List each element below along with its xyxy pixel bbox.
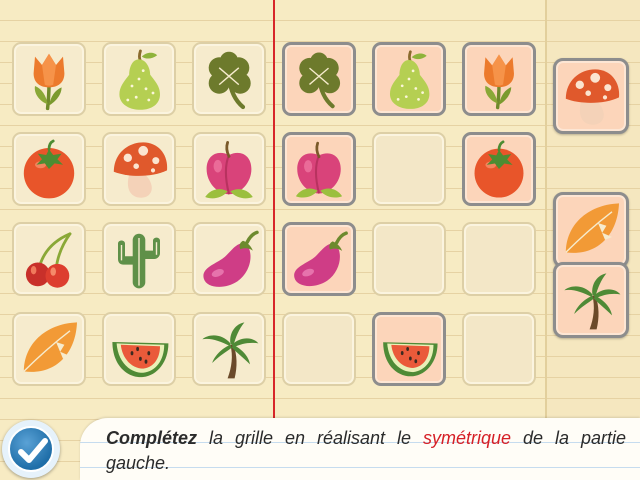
right-grid-cell-tulip[interactable] [462, 42, 536, 116]
right-grid-drop-slot[interactable] [372, 222, 446, 296]
piece-artwork [556, 265, 626, 335]
cactus-icon [118, 233, 160, 289]
peach-icon [295, 141, 343, 198]
instruction-text: la grille en réalisant le [209, 428, 411, 448]
symmetry-axis [273, 0, 275, 422]
tomato-icon [23, 139, 75, 199]
left-grid-cell-peach [192, 132, 266, 206]
left-grid-cell-tulip [12, 42, 86, 116]
cell-artwork [14, 224, 84, 294]
clover-icon [208, 51, 251, 110]
cell-artwork [104, 134, 174, 204]
validate-button-face [8, 426, 54, 472]
left-grid-cell-leaf [12, 312, 86, 386]
right-grid-drop-slot[interactable] [372, 132, 446, 206]
watermelon-icon [112, 342, 169, 378]
eggplant-icon [203, 230, 259, 287]
leaf-icon [565, 203, 619, 253]
cell-artwork [104, 44, 174, 114]
draggable-piece-mushroom[interactable] [553, 58, 629, 134]
game-board [0, 0, 640, 480]
left-grid-cell-cactus [102, 222, 176, 296]
draggable-piece-leaf[interactable] [553, 192, 629, 268]
mushroom-icon [565, 69, 620, 125]
cell-artwork [194, 314, 264, 384]
clover-icon [299, 52, 341, 109]
left-grid-cell-eggplant [192, 222, 266, 296]
validate-button[interactable] [2, 420, 60, 478]
right-grid-cell-watermelon[interactable] [372, 312, 446, 386]
cell-artwork [285, 225, 353, 293]
right-grid-drop-slot[interactable] [462, 222, 536, 296]
cell-artwork [375, 45, 443, 113]
left-grid-cell-clover [192, 42, 266, 116]
mushroom-icon [113, 142, 168, 198]
cell-artwork [14, 314, 84, 384]
cell-artwork [285, 45, 353, 113]
pear-icon [389, 50, 430, 109]
cell-artwork [194, 224, 264, 294]
right-grid-cell-clover[interactable] [282, 42, 356, 116]
draggable-piece-palm[interactable] [553, 262, 629, 338]
cell-artwork [194, 44, 264, 114]
right-grid-drop-slot[interactable] [282, 312, 356, 386]
watermelon-icon [383, 342, 438, 377]
cell-artwork [14, 134, 84, 204]
instruction-verb: Complétez [106, 428, 198, 448]
instruction-keyword: symétrique [422, 428, 511, 448]
peach-icon [205, 141, 253, 199]
instruction-panel: Complétez la grille en réalisant le symé… [80, 418, 640, 480]
left-grid-cell-mushroom [102, 132, 176, 206]
cell-artwork [375, 315, 443, 383]
checkmark-icon [18, 438, 48, 463]
cherry-icon [25, 232, 72, 288]
right-grid-cell-peach[interactable] [282, 132, 356, 206]
tulip-icon [33, 53, 65, 111]
right-grid-cell-pear[interactable] [372, 42, 446, 116]
cell-artwork [104, 314, 174, 384]
leaf-icon [23, 322, 77, 372]
tomato-icon [474, 140, 524, 198]
left-grid-cell-palm [192, 312, 266, 386]
left-grid-cell-tomato [12, 132, 86, 206]
cell-artwork [194, 134, 264, 204]
pear-icon [119, 49, 160, 110]
piece-artwork [556, 61, 626, 131]
cell-artwork [465, 135, 533, 203]
cell-artwork [14, 44, 84, 114]
palm-icon [202, 322, 259, 379]
right-grid-cell-tomato[interactable] [462, 132, 536, 206]
cell-artwork [285, 135, 353, 203]
left-grid-cell-cherry [12, 222, 86, 296]
piece-artwork [556, 195, 626, 265]
left-grid-cell-pear [102, 42, 176, 116]
eggplant-icon [294, 231, 348, 287]
left-grid-cell-watermelon [102, 312, 176, 386]
palm-icon [564, 273, 621, 330]
cell-artwork [465, 45, 533, 113]
right-grid-cell-eggplant[interactable] [282, 222, 356, 296]
cell-artwork [104, 224, 174, 294]
tulip-icon [484, 54, 514, 110]
right-grid-drop-slot[interactable] [462, 312, 536, 386]
